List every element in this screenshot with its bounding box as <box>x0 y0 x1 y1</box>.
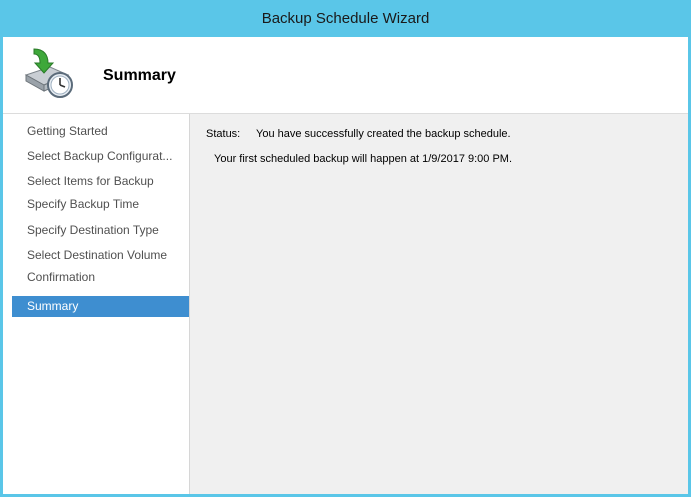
next-backup-message: Your first scheduled backup will happen … <box>214 153 513 165</box>
wizard-steps-nav: Getting Started Select Backup Configurat… <box>3 114 190 494</box>
backup-schedule-icon <box>20 45 76 101</box>
nav-item-specify-backup-time[interactable]: Specify Backup Time <box>12 194 189 215</box>
nav-item-confirmation[interactable]: Confirmation <box>12 267 189 288</box>
title-bar[interactable]: Backup Schedule Wizard <box>0 0 691 37</box>
window-title: Backup Schedule Wizard <box>261 10 430 27</box>
nav-item-select-backup-configuration[interactable]: Select Backup Configurat... <box>12 146 189 167</box>
nav-item-getting-started[interactable]: Getting Started <box>12 121 189 142</box>
nav-item-select-destination-volume[interactable]: Select Destination Volume <box>12 245 189 266</box>
wizard-header: Summary <box>3 37 688 114</box>
nav-item-specify-destination-type[interactable]: Specify Destination Type <box>12 220 189 241</box>
nav-item-select-items-for-backup[interactable]: Select Items for Backup <box>12 171 189 192</box>
wizard-window: Backup Schedule Wizard Summary Getting S… <box>0 0 691 497</box>
nav-item-summary[interactable]: Summary <box>12 296 189 317</box>
page-title: Summary <box>103 67 176 84</box>
status-message: You have successfully created the backup… <box>256 128 511 140</box>
summary-content: Status: You have successfully created th… <box>190 114 688 494</box>
status-label: Status: <box>206 128 241 140</box>
